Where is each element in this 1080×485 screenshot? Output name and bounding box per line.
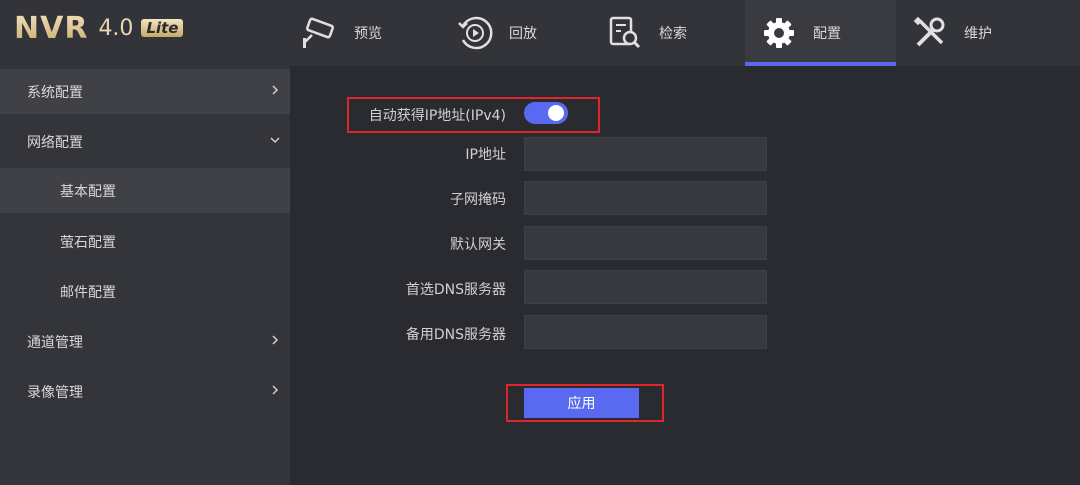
default-gateway-label: 默认网关 — [450, 237, 506, 253]
camera-icon — [300, 13, 340, 53]
sidebar-item-label: 邮件配置 — [60, 284, 116, 301]
default-gateway-field[interactable] — [524, 226, 767, 260]
chevron-right-icon — [272, 385, 279, 395]
sidebar-item-basic-config[interactable]: 基本配置 — [0, 168, 290, 213]
top-bar: NVR 4.0 Lite 预览 回放 检索 配置 维护 — [0, 0, 1080, 66]
chevron-right-icon — [272, 85, 279, 95]
tab-playback[interactable]: 回放 — [455, 0, 605, 66]
sidebar-item-network-config[interactable]: 网络配置 — [0, 119, 290, 164]
sidebar-item-ezviz-config[interactable]: 萤石配置 — [0, 219, 290, 264]
ip-address-label: IP地址 — [465, 147, 506, 163]
sidebar-item-label: 萤石配置 — [60, 234, 116, 251]
preferred-dns-label: 首选DNS服务器 — [405, 282, 506, 298]
toggle-knob — [548, 105, 564, 121]
sidebar-item-recording-management[interactable]: 录像管理 — [0, 369, 290, 414]
ip-address-field[interactable] — [524, 137, 767, 171]
alternate-dns-field[interactable] — [524, 315, 767, 349]
sidebar-item-label: 基本配置 — [60, 183, 116, 200]
tab-config-label: 配置 — [813, 26, 841, 42]
subnet-mask-field[interactable] — [524, 181, 767, 215]
sidebar-item-email-config[interactable]: 邮件配置 — [0, 269, 290, 314]
sidebar-item-label: 系统配置 — [27, 84, 83, 101]
sidebar: 系统配置 网络配置 基本配置 萤石配置 邮件配置 通道管理 录像管理 — [0, 66, 290, 485]
logo-edition: Lite — [141, 19, 184, 37]
sidebar-item-system-config[interactable]: 系统配置 — [0, 69, 290, 114]
tab-search[interactable]: 检索 — [605, 0, 745, 66]
apply-button[interactable]: 应用 — [524, 388, 639, 418]
tab-playback-label: 回放 — [509, 26, 537, 42]
gear-icon — [759, 13, 799, 53]
sidebar-item-channel-management[interactable]: 通道管理 — [0, 319, 290, 364]
sidebar-item-label: 录像管理 — [27, 384, 83, 401]
tab-preview-label: 预览 — [354, 26, 382, 42]
app-logo: NVR 4.0 Lite — [14, 8, 184, 48]
subnet-mask-label: 子网掩码 — [450, 192, 506, 208]
sidebar-item-label: 通道管理 — [27, 334, 83, 351]
sidebar-item-label: 网络配置 — [27, 134, 83, 151]
tools-icon — [910, 13, 950, 53]
preferred-dns-field[interactable] — [524, 270, 767, 304]
chevron-right-icon — [272, 335, 279, 345]
tab-preview[interactable]: 预览 — [300, 0, 450, 66]
tab-config[interactable]: 配置 — [745, 0, 896, 66]
chevron-down-icon — [270, 137, 280, 144]
tab-maintenance[interactable]: 维护 — [910, 0, 1070, 66]
tab-search-label: 检索 — [659, 26, 687, 42]
search-document-icon — [605, 13, 645, 53]
logo-version: 4.0 — [98, 15, 134, 41]
alternate-dns-label: 备用DNS服务器 — [405, 327, 506, 343]
dhcp-label: 自动获得IP地址(IPv4) — [368, 108, 506, 124]
playback-icon — [455, 13, 495, 53]
dhcp-toggle[interactable] — [524, 102, 568, 124]
tab-maintenance-label: 维护 — [964, 26, 992, 42]
logo-name: NVR — [14, 10, 89, 46]
